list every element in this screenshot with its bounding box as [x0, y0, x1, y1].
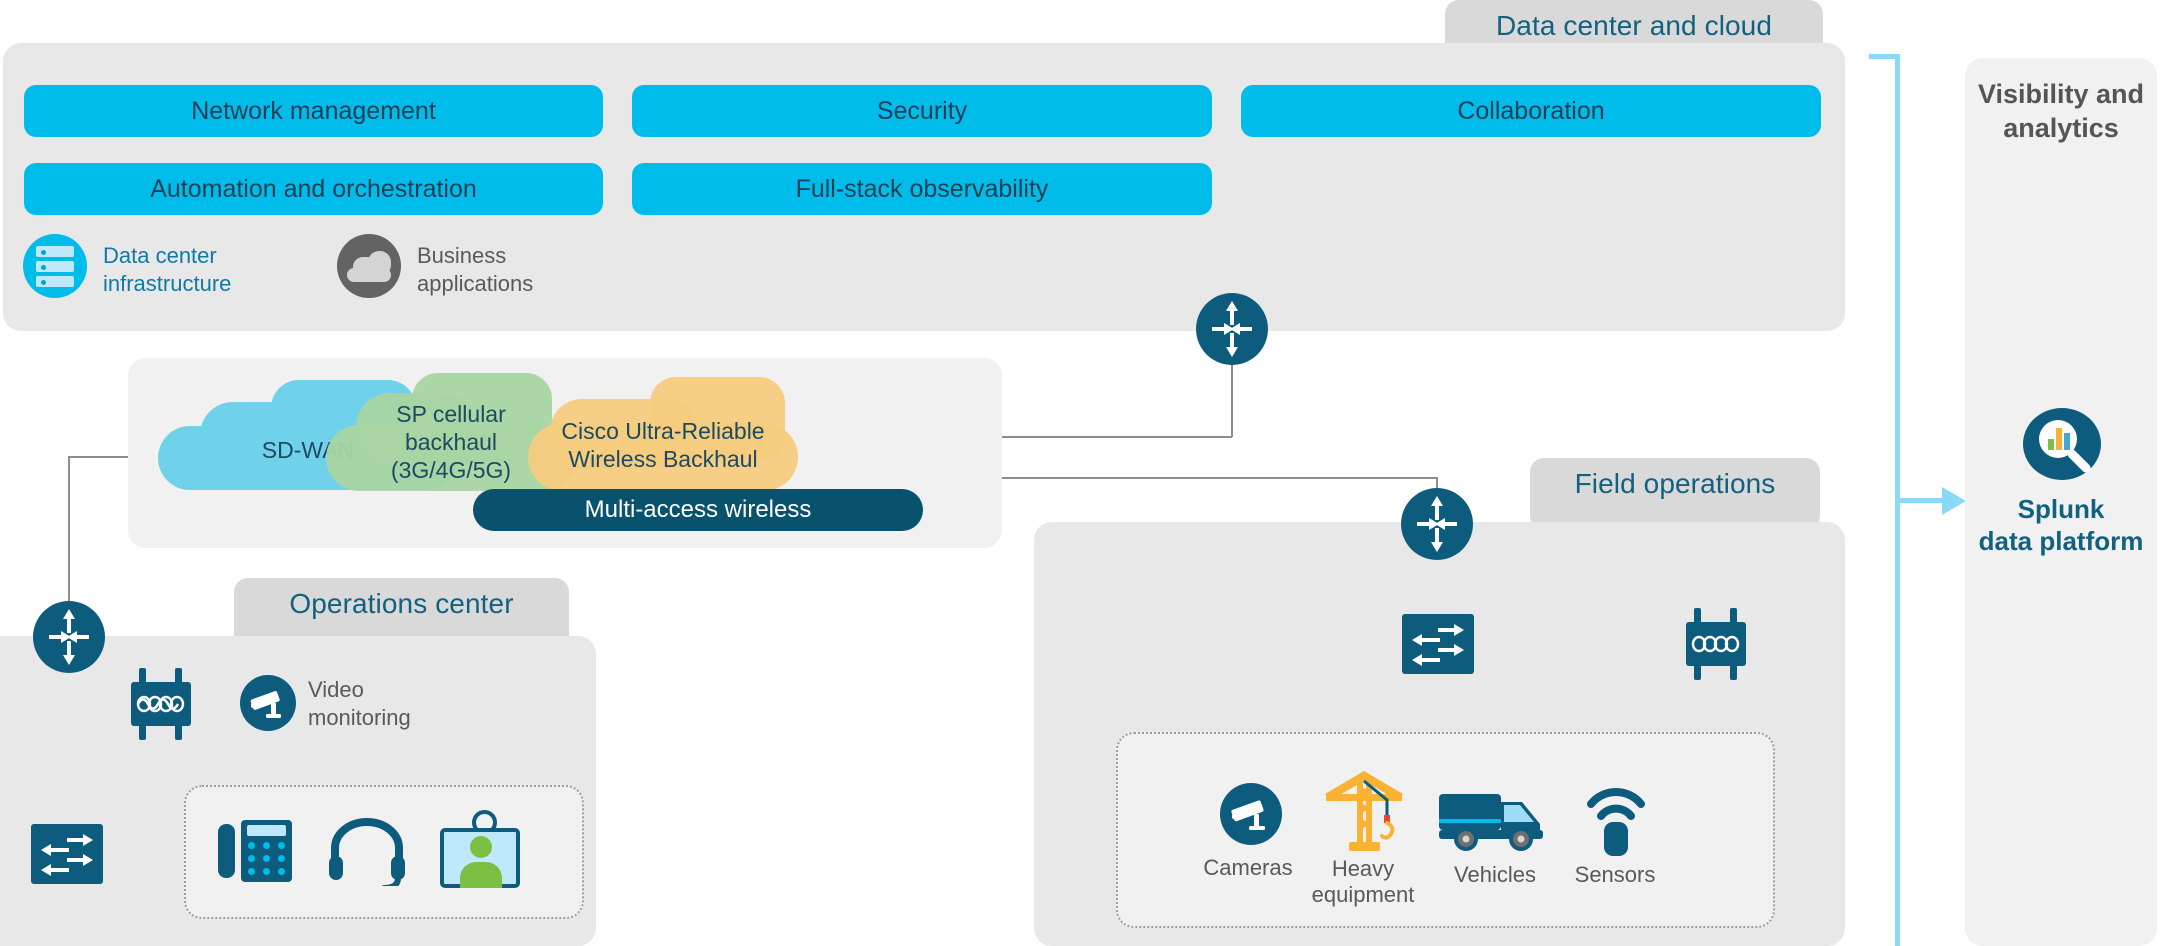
- pill-label: Network management: [191, 96, 436, 125]
- asset-label: Heavy equipment: [1311, 856, 1415, 908]
- pill-security[interactable]: Security: [632, 85, 1212, 137]
- pill-label: Full-stack observability: [795, 174, 1049, 203]
- id-badge-icon[interactable]: [440, 810, 520, 888]
- router-icon-field[interactable]: [1401, 488, 1473, 560]
- zone-tab-label: Data center and cloud: [1495, 10, 1773, 41]
- asset-label: Sensors: [1574, 862, 1656, 887]
- access-point-icon-operations[interactable]: [131, 668, 191, 740]
- router-icon-operations[interactable]: [33, 601, 105, 673]
- diagram-canvas: Data center and cloud Operations center …: [0, 0, 2160, 946]
- legend-label-line2: infrastructure: [103, 270, 232, 296]
- analytics-path-to-splunk: [1898, 498, 1946, 503]
- connector-wireless-to-core-router: [1002, 436, 1232, 438]
- cloud-cisco-ultra-reliable-wireless-backhaul: Cisco Ultra-Reliable Wireless Backhaul: [528, 377, 798, 491]
- panel-title-visibility-and-analytics: Visibility and analytics: [1977, 79, 2145, 143]
- legend-business-applications: Business applications: [337, 234, 637, 298]
- label-splunk-data-platform: Splunk data platform: [1978, 494, 2144, 556]
- connector-wireless-to-field-router: [1002, 477, 1437, 479]
- splunk-magnifier-icon: [2023, 408, 2101, 480]
- pill-network-management[interactable]: Network management: [24, 85, 603, 137]
- pill-label: Automation and orchestration: [150, 174, 477, 203]
- legend-label-line1: Business: [417, 243, 507, 268]
- desk-phone-icon[interactable]: [218, 820, 292, 882]
- switch-icon-field[interactable]: [1402, 614, 1474, 674]
- zone-tab-label: Operations center: [289, 588, 514, 619]
- legend-label-line2: applications: [417, 270, 534, 296]
- banner-multi-access-wireless: Multi-access wireless: [473, 489, 923, 531]
- analytics-path-arrowhead-icon: [1942, 487, 1966, 515]
- pill-full-stack-observability[interactable]: Full-stack observability: [632, 163, 1212, 215]
- connector-wireless-to-ops-branch: [69, 456, 129, 458]
- pill-automation-and-orchestration[interactable]: Automation and orchestration: [24, 163, 603, 215]
- router-icon-core[interactable]: [1196, 293, 1268, 365]
- legend-data-center-infrastructure: Data center infrastructure: [23, 234, 313, 298]
- camera-icon-video-monitoring[interactable]: [240, 675, 296, 731]
- asset-sensors[interactable]: Sensors: [1545, 778, 1685, 906]
- pill-label: Collaboration: [1457, 96, 1605, 125]
- zone-tab-label: Field operations: [1574, 468, 1776, 499]
- access-point-icon-field[interactable]: [1686, 608, 1746, 680]
- cloud-label-cisco-urwb: Cisco Ultra-Reliable Wireless Backhaul: [561, 418, 765, 473]
- connector-core-router-riser: [1231, 355, 1233, 437]
- pill-collaboration[interactable]: Collaboration: [1241, 85, 1821, 137]
- asset-heavy-equipment[interactable]: Heavy equipment: [1283, 768, 1443, 908]
- label-video-monitoring: Video monitoring: [308, 677, 411, 730]
- switch-icon-operations[interactable]: [31, 824, 103, 884]
- pill-label: Security: [876, 96, 968, 125]
- zone-tab-field-operations: Field operations: [1530, 458, 1820, 530]
- legend-label-line1: Data center: [103, 243, 217, 268]
- banner-label: Multi-access wireless: [584, 496, 812, 523]
- cloud-icon: [337, 234, 401, 298]
- server-stack-icon: [23, 234, 87, 298]
- headset-icon[interactable]: [325, 818, 409, 891]
